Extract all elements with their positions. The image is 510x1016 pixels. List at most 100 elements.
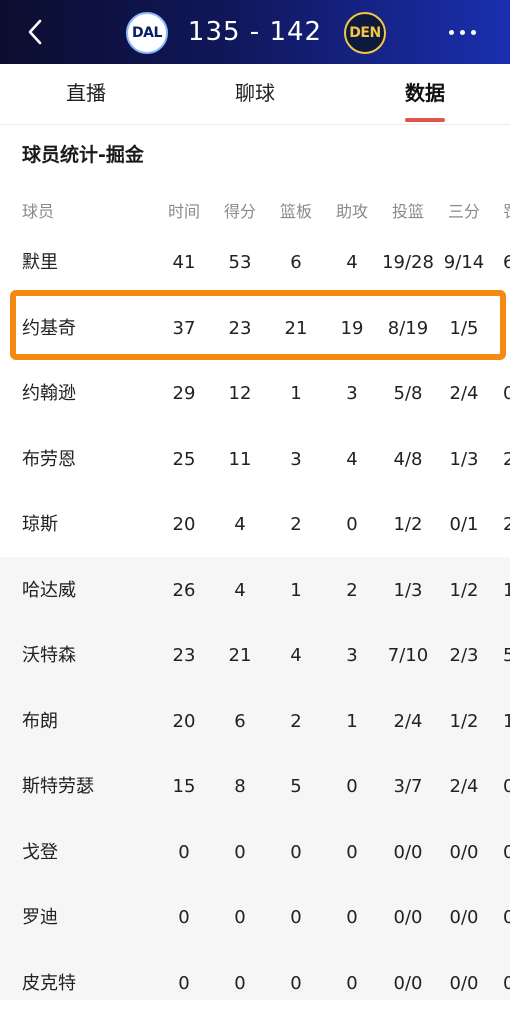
table-row[interactable]: 默里 41 53 6 4 19/28 9/14 6 xyxy=(0,230,510,295)
stat-field-goals: 2/4 xyxy=(393,710,423,732)
player-name[interactable]: 罗迪 xyxy=(22,885,58,950)
table-row[interactable]: 斯特劳瑟 15 8 5 0 3/7 2/4 0 xyxy=(0,754,510,819)
tab-live[interactable]: 直播 xyxy=(36,64,136,124)
table-row[interactable]: 布朗 20 6 2 1 2/4 1/2 1 xyxy=(0,689,510,754)
stat-points: 4 xyxy=(234,579,246,601)
chevron-left-icon xyxy=(28,19,42,45)
stat-field-goals: 7/10 xyxy=(387,645,429,666)
player-name[interactable]: 哈达威 xyxy=(22,558,76,623)
stat-minutes: 15 xyxy=(172,776,196,797)
stat-three-pointers: 2/4 xyxy=(449,776,479,797)
stat-points: 11 xyxy=(228,448,252,470)
stat-rebounds: 4 xyxy=(290,645,302,666)
stat-rebounds: 3 xyxy=(290,448,302,470)
section-title: 球员统计-掘金 xyxy=(22,144,144,166)
stat-minutes: 20 xyxy=(172,514,196,535)
stat-rebounds: 1 xyxy=(290,579,302,601)
player-name[interactable]: 斯特劳瑟 xyxy=(22,754,94,819)
player-name[interactable]: 约翰逊 xyxy=(22,361,76,426)
tab-bar: 直播 聊球 数据 xyxy=(0,64,510,125)
stat-assists: 0 xyxy=(346,972,358,994)
stat-minutes: 25 xyxy=(172,448,196,470)
stat-rebounds: 6 xyxy=(290,252,302,273)
more-button[interactable] xyxy=(440,18,484,46)
player-name[interactable]: 布朗 xyxy=(22,689,58,754)
stat-points: 0 xyxy=(234,972,246,994)
stat-points: 12 xyxy=(228,383,252,404)
stat-free-throws: 0 xyxy=(503,776,510,797)
player-name[interactable]: 布劳恩 xyxy=(22,427,76,492)
stat-three-pointers: 0/0 xyxy=(449,907,479,928)
stat-field-goals: 1/2 xyxy=(393,514,423,535)
stat-free-throws: 1 xyxy=(503,579,510,601)
stat-field-goals: 4/8 xyxy=(393,448,423,470)
stat-field-goals: 19/28 xyxy=(382,252,434,273)
player-name[interactable]: 戈登 xyxy=(22,820,58,885)
stat-points: 0 xyxy=(234,841,246,863)
stat-points: 6 xyxy=(234,710,246,732)
stat-minutes: 0 xyxy=(178,907,190,928)
stat-points: 4 xyxy=(234,514,246,535)
stat-minutes: 20 xyxy=(172,710,196,732)
stat-minutes: 41 xyxy=(172,252,196,273)
stat-assists: 0 xyxy=(346,907,358,928)
table-row[interactable]: 沃特森 23 21 4 3 7/10 2/3 5 xyxy=(0,623,510,688)
stat-three-pointers: 0/0 xyxy=(449,841,479,863)
stat-rebounds: 0 xyxy=(290,972,302,994)
highlight-box xyxy=(10,290,506,360)
table-row[interactable]: 琼斯 20 4 2 0 1/2 0/1 2 xyxy=(0,492,510,557)
stat-assists: 0 xyxy=(346,514,358,535)
stat-assists: 4 xyxy=(346,252,358,273)
stat-three-pointers: 0/1 xyxy=(449,514,479,535)
stat-field-goals: 0/0 xyxy=(393,972,423,994)
stat-field-goals: 5/8 xyxy=(393,383,423,404)
table-row[interactable]: 布劳恩 25 11 3 4 4/8 1/3 2 xyxy=(0,427,510,492)
stat-field-goals: 3/7 xyxy=(393,776,423,797)
table-row[interactable]: 戈登 0 0 0 0 0/0 0/0 0 xyxy=(0,820,510,885)
stat-three-pointers: 0/0 xyxy=(449,972,479,994)
player-name[interactable]: 沃特森 xyxy=(22,623,76,688)
stat-three-pointers: 2/4 xyxy=(449,383,479,404)
stat-free-throws: 0 xyxy=(503,841,510,863)
active-tab-indicator xyxy=(405,118,445,122)
stat-points: 8 xyxy=(234,776,246,797)
stat-assists: 2 xyxy=(346,579,358,601)
game-header: DAL 135 - 142 DEN xyxy=(0,0,510,64)
stat-minutes: 23 xyxy=(172,645,196,666)
stat-assists: 3 xyxy=(346,645,358,666)
stat-free-throws: 0 xyxy=(503,907,510,928)
stat-three-pointers: 1/2 xyxy=(449,579,479,601)
stat-rebounds: 2 xyxy=(290,514,302,535)
table-row[interactable]: 哈达威 26 4 1 2 1/3 1/2 1 xyxy=(0,558,510,623)
stat-free-throws: 2 xyxy=(503,448,510,470)
dal-team-logo[interactable]: DAL xyxy=(126,12,168,54)
stat-rebounds: 0 xyxy=(290,907,302,928)
tab-chat[interactable]: 聊球 xyxy=(205,64,305,124)
stat-points: 0 xyxy=(234,907,246,928)
stat-free-throws: 0 xyxy=(503,972,510,994)
game-score: 135 - 142 xyxy=(187,17,323,47)
stat-free-throws: 6 xyxy=(503,252,510,273)
den-team-logo[interactable]: DEN xyxy=(344,12,386,54)
tab-stats[interactable]: 数据 xyxy=(375,64,475,124)
stat-rebounds: 1 xyxy=(290,383,302,404)
stat-three-pointers: 1/2 xyxy=(449,710,479,732)
stat-minutes: 26 xyxy=(172,579,196,601)
player-name[interactable]: 默里 xyxy=(22,230,58,295)
player-name[interactable]: 琼斯 xyxy=(22,492,58,557)
stat-three-pointers: 9/14 xyxy=(443,252,485,273)
table-row[interactable]: 皮克特 0 0 0 0 0/0 0/0 0 xyxy=(0,951,510,1016)
stat-rebounds: 0 xyxy=(290,841,302,863)
stat-three-pointers: 1/3 xyxy=(449,448,479,470)
table-row[interactable]: 罗迪 0 0 0 0 0/0 0/0 0 xyxy=(0,885,510,950)
stat-points: 53 xyxy=(228,252,252,273)
stat-three-pointers: 2/3 xyxy=(449,645,479,666)
stat-free-throws: 1 xyxy=(503,710,510,732)
stat-field-goals: 0/0 xyxy=(393,841,423,863)
player-name[interactable]: 皮克特 xyxy=(22,951,76,1016)
back-button[interactable] xyxy=(18,14,52,50)
table-row[interactable]: 约翰逊 29 12 1 3 5/8 2/4 0 xyxy=(0,361,510,426)
stat-assists: 4 xyxy=(346,448,358,470)
stat-minutes: 0 xyxy=(178,841,190,863)
stat-assists: 0 xyxy=(346,776,358,797)
